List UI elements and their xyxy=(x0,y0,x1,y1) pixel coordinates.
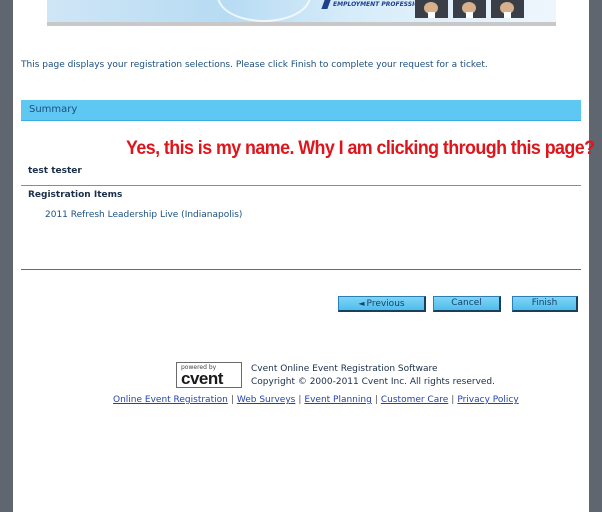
link-separator: | xyxy=(298,395,302,405)
footer-copyright: Copyright © 2000-2011 Cvent Inc. All rig… xyxy=(251,377,496,387)
registration-items-heading: Registration Items xyxy=(28,190,123,200)
finish-button-label: Finish xyxy=(531,298,558,308)
cancel-button[interactable]: Cancel xyxy=(433,296,501,312)
left-arrow-icon: ◄ xyxy=(358,299,365,308)
summary-heading: Summary xyxy=(29,104,78,115)
content-divider xyxy=(21,269,581,270)
link-privacy-policy[interactable]: Privacy Policy xyxy=(457,395,518,405)
finish-button[interactable]: Finish xyxy=(512,296,578,312)
cvent-logo[interactable]: powered by cvent xyxy=(176,362,242,388)
registration-page: EMPLOYMENT PROFESSIONALS This page displ… xyxy=(13,0,595,512)
person-photo-1 xyxy=(415,0,448,18)
footer-software-line: Cvent Online Event Registration Software xyxy=(251,364,438,374)
cancel-button-label: Cancel xyxy=(451,298,482,308)
link-online-event-registration[interactable]: Online Event Registration xyxy=(113,395,228,405)
link-event-planning[interactable]: Event Planning xyxy=(304,395,371,405)
link-separator: | xyxy=(451,395,455,405)
annotation-overlay: Yes, this is my name. Why I am clicking … xyxy=(126,138,595,159)
cvent-logo-wordmark: cvent xyxy=(181,369,223,388)
link-separator: | xyxy=(230,395,234,405)
banner-divider xyxy=(47,22,556,26)
person-photo-3 xyxy=(491,0,524,18)
previous-button-label: Previous xyxy=(366,299,405,309)
summary-divider xyxy=(21,185,581,186)
attendee-name: test tester xyxy=(28,166,82,176)
footer-links: Online Event Registration | Web Surveys | Ev… xyxy=(113,395,519,405)
registration-item: 2011 Refresh Leadership Live (Indianapol… xyxy=(45,210,243,220)
person-photo-2 xyxy=(453,0,486,18)
link-customer-care[interactable]: Customer Care xyxy=(381,395,448,405)
banner-swoosh-graphic xyxy=(217,0,311,22)
header-banner: EMPLOYMENT PROFESSIONALS xyxy=(47,0,556,22)
intro-text: This page displays your registration sel… xyxy=(21,60,488,70)
summary-header: Summary xyxy=(21,100,581,121)
link-separator: | xyxy=(374,395,378,405)
banner-logo-mark xyxy=(321,0,331,9)
previous-button[interactable]: ◄ Previous xyxy=(338,296,426,312)
link-web-surveys[interactable]: Web Surveys xyxy=(237,395,295,405)
